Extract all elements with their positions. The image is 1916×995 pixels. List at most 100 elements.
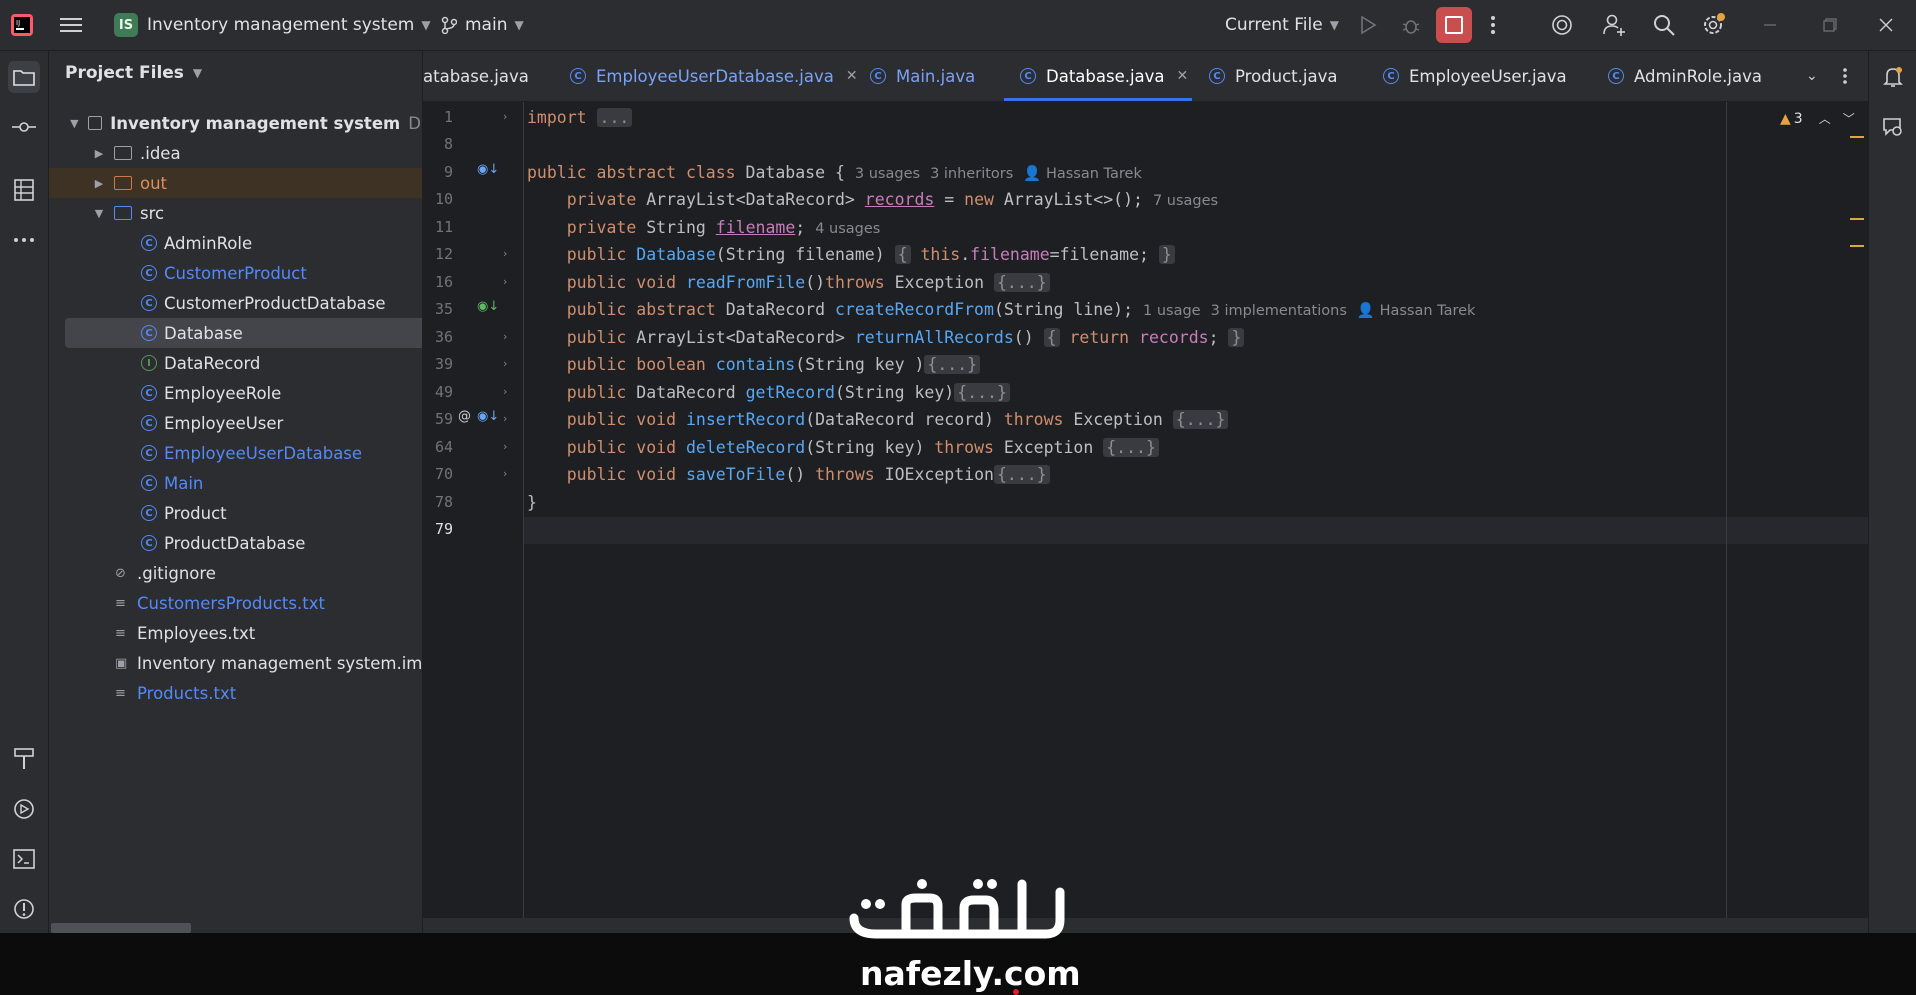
fold-chevron-icon[interactable]: › [503, 440, 507, 453]
usages-hint[interactable]: 4 usages [815, 221, 880, 237]
tree-item-employeeuserdatabase[interactable]: C EmployeeUserDatabase [49, 438, 422, 468]
tab-product[interactable]: C Product.java [1209, 51, 1337, 101]
fold-placeholder[interactable]: {...} [924, 355, 981, 374]
tabs-dropdown-chevron-icon[interactable]: ⌄ [1806, 51, 1818, 101]
tree-item-employees[interactable]: ≡ Employees.txt [49, 618, 422, 648]
fold-chevron-icon[interactable]: › [503, 412, 507, 425]
code-editor[interactable]: import ... public abstract class Databas… [524, 102, 1868, 918]
tree-item-customersproducts[interactable]: ≡ CustomersProducts.txt [49, 588, 422, 618]
tree-item-gitignore[interactable]: ⊘ .gitignore [49, 558, 422, 588]
code-line: public DataRecord getRecord(String key){… [527, 383, 1010, 402]
usages-hint[interactable]: 1 usage [1143, 303, 1201, 319]
chevron-down-icon[interactable]: ﹀ [1843, 110, 1855, 127]
tree-item-customerproduct[interactable]: C CustomerProduct [49, 258, 422, 288]
tab-employeeuser[interactable]: C EmployeeUser.java [1383, 51, 1567, 101]
tree-item-datarecord[interactable]: I DataRecord [49, 348, 422, 378]
fold-placeholder[interactable]: {...} [993, 273, 1050, 292]
implementations-hint[interactable]: 3 implementations [1211, 303, 1347, 319]
fold-chevron-icon[interactable]: › [503, 110, 507, 123]
close-tab-icon[interactable]: ✕ [846, 68, 858, 84]
usages-hint[interactable]: 7 usages [1153, 193, 1218, 209]
more-tools-icon[interactable] [8, 224, 40, 256]
annotation-marker-icon[interactable]: @ [458, 409, 471, 424]
code-line: public Database(String filename) { this.… [527, 245, 1175, 264]
terminal-icon[interactable] [8, 843, 40, 875]
tab-main[interactable]: C Main.java [870, 51, 975, 101]
fold-chevron-icon[interactable]: › [503, 247, 507, 260]
tree-item-label: ProductDatabase [164, 533, 306, 553]
tree-item-out[interactable]: ▶ out [49, 168, 422, 198]
tab-adminrole[interactable]: C AdminRole.java [1608, 51, 1762, 101]
tree-root[interactable]: ▼ Inventory management system D:\P [49, 108, 422, 138]
notifications-bell-icon[interactable] [1877, 61, 1909, 93]
warning-stripe-mark[interactable] [1850, 245, 1864, 247]
services-icon[interactable] [8, 793, 40, 825]
tree-item-employeeuser[interactable]: C EmployeeUser [49, 408, 422, 438]
tab-database-truncated[interactable]: atabase.java [423, 51, 529, 101]
tree-item-iml[interactable]: ▣ Inventory management system.iml [49, 648, 422, 678]
fold-chevron-icon[interactable]: › [503, 275, 507, 288]
minimize-icon[interactable] [1763, 0, 1777, 50]
fold-placeholder[interactable]: {...} [993, 465, 1050, 484]
debug-button[interactable] [1401, 0, 1421, 50]
author-hint[interactable]: 👤 Hassan Tarek [1023, 166, 1142, 182]
tree-item-idea[interactable]: ▶ .idea [49, 138, 422, 168]
tabs-more-icon[interactable] [1842, 51, 1848, 101]
class-icon: C [141, 505, 157, 521]
run-config-selector[interactable]: Current File ▼ [1225, 0, 1339, 50]
search-icon[interactable] [1652, 0, 1676, 50]
usages-hint[interactable]: 3 usages [855, 166, 920, 182]
warning-stripe-mark[interactable] [1850, 136, 1864, 138]
structure-icon[interactable] [8, 174, 40, 206]
tab-employeeuserdatabase[interactable]: C EmployeeUserDatabase.java ✕ [570, 51, 858, 101]
branch-selector[interactable]: main ▼ [441, 0, 524, 50]
tree-item-productdatabase[interactable]: C ProductDatabase [49, 528, 422, 558]
commit-icon[interactable] [8, 111, 40, 143]
restore-icon[interactable] [1823, 0, 1837, 50]
add-user-icon[interactable] [1602, 0, 1626, 50]
inheritors-hint[interactable]: 3 inheritors [930, 166, 1013, 182]
project-selector[interactable]: IS Inventory management system ▼ [114, 0, 431, 50]
project-panel-header[interactable]: Project Files ▼ [65, 63, 202, 83]
fold-placeholder[interactable]: {...} [1172, 410, 1229, 429]
tree-item-product[interactable]: C Product [49, 498, 422, 528]
tree-item-adminrole[interactable]: C AdminRole [49, 228, 422, 258]
problems-icon[interactable] [8, 893, 40, 925]
project-folder-icon[interactable] [8, 61, 40, 93]
tab-database[interactable]: C Database.java ✕ [1020, 51, 1188, 101]
run-button[interactable] [1359, 0, 1377, 50]
stop-button[interactable] [1436, 0, 1472, 50]
warning-stripe-mark[interactable] [1850, 218, 1864, 220]
chevron-down-icon: ▼ [1329, 18, 1339, 32]
tree-item-main[interactable]: C Main [49, 468, 422, 498]
tree-item-database[interactable]: C Database [65, 318, 422, 348]
build-hammer-icon[interactable] [8, 743, 40, 775]
fold-chevron-icon[interactable]: › [503, 467, 507, 480]
fold-placeholder[interactable]: {...} [1103, 438, 1159, 457]
tree-item-src[interactable]: ▼ src [49, 198, 422, 228]
implemented-marker-icon[interactable]: ◉↓ [477, 409, 499, 424]
project-panel-scrollbar[interactable] [49, 921, 422, 933]
fold-placeholder[interactable]: {...} [954, 383, 1010, 402]
editor-horizontal-scrollbar[interactable] [423, 918, 1868, 933]
fold-chevron-icon[interactable]: › [503, 357, 507, 370]
tree-item-products[interactable]: ≡ Products.txt [49, 678, 422, 708]
fold-chevron-icon[interactable]: › [503, 385, 507, 398]
tree-item-customerproductdatabase[interactable]: C CustomerProductDatabase [49, 288, 422, 318]
ai-chat-icon[interactable] [1877, 111, 1909, 143]
tree-item-employeerole[interactable]: C EmployeeRole [49, 378, 422, 408]
ai-assistant-icon[interactable] [1550, 0, 1574, 50]
ide-logo-icon[interactable]: IJ [11, 0, 33, 50]
implemented-marker-icon[interactable]: ◉↓ [477, 299, 499, 314]
more-actions-icon[interactable] [1490, 0, 1496, 50]
fold-placeholder[interactable]: ... [596, 108, 633, 127]
fold-chevron-icon[interactable]: › [503, 330, 507, 343]
implemented-marker-icon[interactable]: ◉↓ [477, 162, 499, 177]
close-tab-icon[interactable]: ✕ [1177, 68, 1189, 84]
author-hint[interactable]: 👤 Hassan Tarek [1357, 303, 1476, 319]
inspection-widget[interactable]: ▲ 3 ︿ ﹀ [1780, 110, 1855, 127]
main-menu-icon[interactable] [60, 0, 82, 50]
settings-gear-icon[interactable] [1701, 0, 1727, 50]
chevron-up-icon[interactable]: ︿ [1819, 110, 1831, 127]
close-window-icon[interactable] [1879, 0, 1893, 50]
